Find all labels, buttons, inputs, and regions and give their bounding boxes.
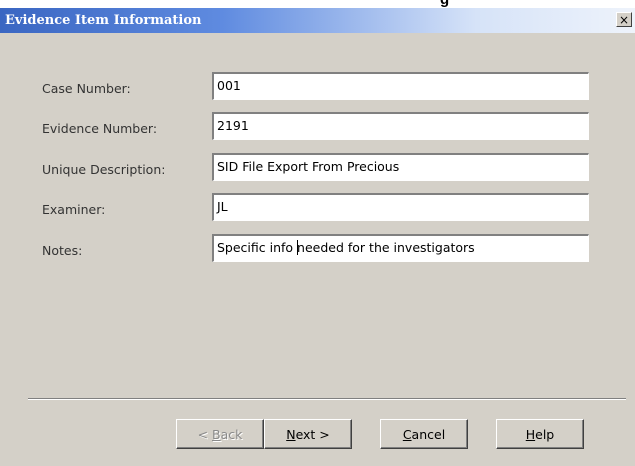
help-button-mnemonic: H [525, 426, 536, 442]
examiner-label: Examiner: [42, 202, 106, 217]
evidence-item-dialog: Evidence Item Information × Case Number:… [0, 8, 635, 466]
title-bar[interactable]: Evidence Item Information × [0, 8, 635, 33]
close-button[interactable]: × [616, 12, 632, 27]
cancel-button[interactable]: Cancel [380, 419, 468, 449]
notes-field[interactable]: Specific info needed for the investigato… [211, 233, 590, 263]
back-button-mnemonic: B [212, 426, 221, 442]
back-button[interactable]: < Back [176, 419, 264, 449]
back-button-prefix: < [197, 426, 213, 442]
notes-text-after-caret: needed for the investigators [297, 240, 475, 255]
next-button-label: ext > [295, 426, 330, 442]
notes-label: Notes: [42, 243, 83, 258]
evidence-number-field[interactable]: 2191 [211, 111, 590, 141]
cancel-button-mnemonic: C [402, 426, 412, 442]
evidence-number-label: Evidence Number: [42, 121, 158, 136]
help-button[interactable]: Help [496, 419, 584, 449]
examiner-field[interactable]: JL [211, 192, 590, 222]
unique-description-field[interactable]: SID File Export From Precious [211, 152, 590, 182]
case-number-field[interactable]: 001 [211, 71, 590, 101]
next-button-mnemonic: N [286, 426, 296, 442]
help-button-label: elp [535, 426, 555, 442]
unique-description-label: Unique Description: [42, 162, 166, 177]
background-window-text: g [440, 0, 449, 8]
dialog-title: Evidence Item Information [5, 13, 202, 28]
cancel-button-label: ancel [411, 426, 446, 442]
case-number-label: Case Number: [42, 81, 131, 96]
next-button[interactable]: Next > [264, 419, 352, 449]
button-separator [28, 398, 626, 400]
notes-text-before-caret: Specific info [217, 240, 298, 255]
back-button-label: ack [220, 426, 243, 442]
background-window-strip: g [0, 0, 635, 8]
close-icon: × [618, 12, 630, 27]
